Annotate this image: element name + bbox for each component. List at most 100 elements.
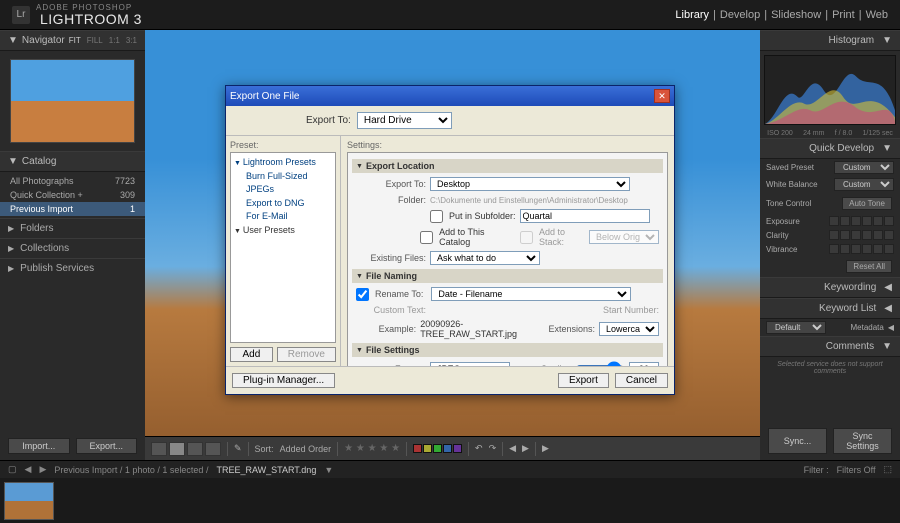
module-print[interactable]: Print	[832, 9, 855, 21]
label-purple[interactable]	[453, 444, 462, 453]
top-bar: Lr ADOBE PHOTOSHOP LIGHTROOM 3 Library| …	[0, 0, 900, 30]
nav-3to1[interactable]: 3:1	[126, 36, 137, 45]
section-file-settings[interactable]: File Settings	[352, 343, 663, 357]
loupe-view-btn[interactable]	[169, 442, 185, 456]
grid-toolbar: ✎ Sort: Added Order ★ ★ ★ ★ ★ ↶ ↷ ◀ ▶ ▶	[145, 436, 760, 460]
sync-button[interactable]: Sync...	[768, 428, 827, 454]
catalog-previous-import[interactable]: Previous Import1	[0, 202, 145, 216]
sort-value[interactable]: Added Order	[280, 444, 332, 454]
quick-develop-header[interactable]: Quick Develop▼	[760, 138, 900, 159]
filmstrip-filename[interactable]: TREE_RAW_START.dng	[216, 465, 316, 475]
filter-value[interactable]: Filters Off	[837, 465, 876, 475]
slideshow-play-icon[interactable]: ▶	[542, 443, 549, 454]
folders-header[interactable]: ▶Folders	[0, 218, 145, 238]
module-develop[interactable]: Develop	[720, 9, 760, 21]
catalog-all-photos[interactable]: All Photographs7723	[0, 174, 145, 188]
saved-preset-select[interactable]: Custom	[834, 161, 894, 174]
rotate-cw-icon[interactable]: ↷	[489, 443, 497, 454]
preset-add-button[interactable]: Add	[230, 347, 273, 362]
filmstrip-info-bar: ▢ ◀ ▶ Previous Import / 1 photo / 1 sele…	[0, 460, 900, 478]
rename-template-select[interactable]: Date - Filename	[431, 287, 631, 301]
painter-icon[interactable]: ✎	[234, 443, 242, 454]
plugin-manager-button[interactable]: Plug-in Manager...	[232, 373, 335, 388]
histogram-info: ISO 20024 mmf / 8.01/125 sec	[760, 129, 900, 138]
comments-header[interactable]: Comments▼	[760, 336, 900, 357]
white-balance-select[interactable]: Custom	[834, 178, 894, 191]
preset-group-lightroom[interactable]: Lightroom Presets	[234, 156, 332, 170]
sync-settings-button[interactable]: Sync Settings	[833, 428, 892, 454]
histogram-header[interactable]: Histogram▼	[760, 30, 900, 51]
cancel-button[interactable]: Cancel	[615, 373, 668, 388]
rating-stars[interactable]: ★ ★ ★ ★ ★	[344, 443, 400, 454]
preset-tree[interactable]: Lightroom Presets Burn Full-Sized JPEGs …	[230, 152, 336, 343]
extensions-select[interactable]: Lowercase	[599, 322, 659, 336]
export-destination-select[interactable]: Hard Drive	[357, 112, 452, 129]
publish-header[interactable]: ▶Publish Services	[0, 258, 145, 278]
export-dialog: Export One File ✕ Export To: Hard Drive …	[225, 85, 675, 395]
filmstrip[interactable]	[0, 478, 900, 523]
rename-to-check[interactable]	[356, 288, 369, 301]
metadata-preset-select[interactable]: Default	[766, 321, 826, 334]
quality-input[interactable]	[629, 362, 659, 366]
export-button[interactable]: Export...	[76, 438, 138, 454]
filmstrip-nav-fwd-icon[interactable]: ▶	[39, 464, 46, 475]
quality-slider[interactable]	[575, 361, 625, 366]
settings-area[interactable]: Export Location Export To:Desktop Folder…	[347, 152, 668, 366]
export-confirm-button[interactable]: Export	[558, 373, 609, 388]
catalog-header[interactable]: ▼Catalog	[0, 151, 145, 172]
location-export-to-select[interactable]: Desktop	[430, 177, 630, 191]
module-slideshow[interactable]: Slideshow	[771, 9, 821, 21]
color-labels[interactable]	[413, 444, 462, 453]
dialog-title: Export One File	[230, 91, 299, 102]
exposure-stepper[interactable]	[829, 216, 894, 226]
vibrance-stepper[interactable]	[829, 244, 894, 254]
keyword-list-header[interactable]: Keyword List◀	[760, 298, 900, 319]
add-to-stack-check	[520, 231, 533, 244]
section-file-naming[interactable]: File Naming	[352, 269, 663, 283]
add-to-catalog-check[interactable]	[420, 231, 433, 244]
nav-prev-icon[interactable]: ◀	[509, 443, 516, 454]
existing-files-select[interactable]: Ask what to do	[430, 251, 540, 265]
nav-fit[interactable]: FIT	[69, 36, 81, 45]
label-yellow[interactable]	[423, 444, 432, 453]
compare-view-btn[interactable]	[187, 442, 203, 456]
filmstrip-nav-back-icon[interactable]: ◀	[25, 464, 32, 475]
keywording-header[interactable]: Keywording◀	[760, 277, 900, 298]
histogram-chart[interactable]	[764, 55, 896, 125]
put-in-subfolder-check[interactable]	[430, 210, 443, 223]
preset-group-user[interactable]: User Presets	[234, 224, 332, 238]
import-button[interactable]: Import...	[8, 438, 70, 454]
close-icon[interactable]: ✕	[654, 89, 670, 103]
grid-view-btn[interactable]	[151, 442, 167, 456]
section-export-location[interactable]: Export Location	[352, 159, 663, 173]
label-red[interactable]	[413, 444, 422, 453]
view-mode-switcher[interactable]	[151, 442, 221, 456]
clarity-stepper[interactable]	[829, 230, 894, 240]
nav-next-icon[interactable]: ▶	[522, 443, 529, 454]
module-web[interactable]: Web	[866, 9, 888, 21]
survey-view-btn[interactable]	[205, 442, 221, 456]
second-window-icon[interactable]: ▢	[8, 464, 17, 475]
preset-export-dng[interactable]: Export to DNG	[234, 197, 332, 211]
subfolder-input[interactable]	[520, 209, 650, 223]
format-select[interactable]: JPEG	[430, 362, 510, 366]
collections-header[interactable]: ▶Collections	[0, 238, 145, 258]
navigator-thumbnail[interactable]	[10, 59, 135, 143]
preset-for-email[interactable]: For E-Mail	[234, 210, 332, 224]
rotate-ccw-icon[interactable]: ↶	[475, 443, 483, 454]
catalog-quick-collection[interactable]: Quick Collection +309	[0, 188, 145, 202]
label-green[interactable]	[433, 444, 442, 453]
reset-all-button[interactable]: Reset All	[846, 260, 892, 273]
filter-lock-icon[interactable]: ⬚	[883, 464, 892, 475]
auto-tone-button[interactable]: Auto Tone	[842, 197, 892, 210]
filmstrip-thumb[interactable]	[4, 482, 54, 520]
nav-1to1[interactable]: 1:1	[109, 36, 120, 45]
label-blue[interactable]	[443, 444, 452, 453]
module-picker: Library| Develop| Slideshow| Print| Web	[675, 9, 888, 21]
nav-fill[interactable]: FILL	[87, 36, 103, 45]
dialog-titlebar[interactable]: Export One File ✕	[226, 86, 674, 106]
navigator-header[interactable]: ▼Navigator FIT FILL 1:1 3:1	[0, 30, 145, 51]
preset-burn-jpeg[interactable]: Burn Full-Sized JPEGs	[234, 170, 332, 197]
settings-header: Settings:	[347, 140, 668, 150]
module-library[interactable]: Library	[675, 9, 709, 21]
